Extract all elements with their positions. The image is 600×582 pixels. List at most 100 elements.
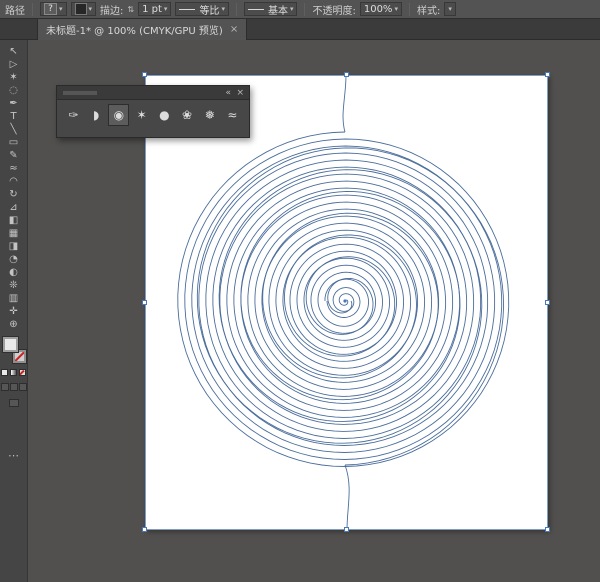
chevron-down-icon: ▾ (89, 6, 93, 13)
selection-handle[interactable] (545, 527, 550, 532)
close-icon[interactable]: × (230, 24, 238, 35)
fill-swatch[interactable] (3, 337, 18, 352)
stroke-width-dropdown[interactable]: 1 pt ▾ (138, 2, 171, 16)
line-segment-tool[interactable]: ╲ (3, 123, 25, 136)
opacity-dropdown[interactable]: 100% ▾ (360, 2, 402, 16)
brush-preview-icon (248, 9, 264, 10)
selection-tool[interactable]: ↖ (3, 45, 25, 58)
selection-handle[interactable] (545, 300, 550, 305)
selection-handle[interactable] (545, 72, 550, 77)
selection-center-point (343, 299, 346, 302)
illustrator-window: 路径 ? ▾ ▾ 描边: ⇅ 1 pt ▾ 等比 ▾ 基本 ▾ 不透明度: (0, 0, 600, 582)
lasso-tool[interactable]: ◌ (3, 84, 25, 97)
document-tab-title: 未标题-1* @ 100% (CMYK/GPU 预览) (46, 22, 223, 37)
gradient-tool[interactable]: ◨ (3, 240, 25, 253)
toolbar: ↖▷✶◌✒T╲▭✎≈◠↻⊿◧▦◨◔◐❊▥✛⊕ ⋯ (0, 40, 28, 582)
graph-tool[interactable]: ▥ (3, 292, 25, 305)
rectangle-tool[interactable]: ▭ (3, 136, 25, 149)
brush-definition-value: 基本 (268, 2, 288, 17)
panel-title (63, 91, 97, 95)
collapse-icon[interactable]: « (225, 87, 231, 99)
chevron-down-icon: ▾ (59, 6, 63, 13)
pucker-tool-icon[interactable]: ✶ (131, 104, 152, 126)
scale-tool[interactable]: ⊿ (3, 201, 25, 214)
eyedropper-tool[interactable]: ◔ (3, 253, 25, 266)
style-label: 样式: (417, 2, 440, 17)
gradient-button[interactable] (10, 369, 17, 376)
toolbar-tools: ↖▷✶◌✒T╲▭✎≈◠↻⊿◧▦◨◔◐❊▥✛⊕ (3, 45, 25, 331)
stroke-swatch-icon (75, 3, 87, 15)
color-button[interactable] (1, 369, 8, 376)
document-tab-bar: 未标题-1* @ 100% (CMYK/GPU 预览) × (0, 19, 600, 40)
chevron-down-icon: ▾ (290, 6, 294, 13)
draw-behind-button[interactable] (10, 383, 18, 391)
panel-body: ✑◗◉✶●❀❅≈ (57, 100, 249, 126)
type-tool[interactable]: T (3, 110, 25, 123)
twirl-tool-icon[interactable]: ◉ (108, 104, 129, 126)
draw-mode-buttons (1, 383, 27, 391)
pencil-tool[interactable]: ≈ (3, 162, 25, 175)
opacity-label: 不透明度: (312, 2, 355, 17)
width-profile-dropdown[interactable]: 等比 ▾ (175, 2, 229, 16)
chevron-down-icon: ▾ (448, 6, 452, 13)
selection-handle[interactable] (142, 72, 147, 77)
bloat-tool-icon[interactable]: ● (154, 104, 175, 126)
color-mode-buttons (1, 369, 26, 376)
hand-tool[interactable]: ✛ (3, 305, 25, 318)
none-slash-icon (14, 352, 24, 362)
direct-selection-tool[interactable]: ▷ (3, 58, 25, 71)
selection-handle[interactable] (142, 527, 147, 532)
separator (409, 3, 410, 16)
document-tab[interactable]: 未标题-1* @ 100% (CMYK/GPU 预览) × (37, 19, 247, 40)
separator (236, 3, 237, 16)
draw-normal-button[interactable] (1, 383, 9, 391)
chevron-down-icon: ▾ (394, 6, 398, 13)
close-icon[interactable]: × (236, 87, 244, 99)
none-slash-icon (19, 370, 25, 376)
separator (32, 3, 33, 16)
none-button[interactable] (19, 369, 26, 376)
zoom-tool[interactable]: ⊕ (3, 318, 25, 331)
panel-header[interactable]: « × (57, 86, 249, 100)
width-tool-icon[interactable]: ✑ (63, 104, 84, 126)
shape-builder-tool[interactable]: ◧ (3, 214, 25, 227)
style-dropdown[interactable]: ▾ (444, 2, 456, 16)
stroke-label: 描边: (100, 2, 123, 17)
width-tool[interactable]: ◠ (3, 175, 25, 188)
chevron-down-icon: ▾ (164, 6, 168, 13)
control-bar: 路径 ? ▾ ▾ 描边: ⇅ 1 pt ▾ 等比 ▾ 基本 ▾ 不透明度: (0, 0, 600, 19)
stroke-width-value: 1 pt (142, 4, 162, 15)
fill-color-dropdown[interactable]: ? ▾ (40, 2, 67, 16)
screen-mode-button[interactable] (9, 399, 19, 407)
width-profile-preview-icon (179, 9, 195, 10)
object-type-label: 路径 (5, 2, 25, 17)
mesh-tool[interactable]: ▦ (3, 227, 25, 240)
selection-handle[interactable] (142, 300, 147, 305)
width-profile-value: 等比 (199, 2, 219, 17)
wrinkle-tool-icon[interactable]: ≈ (222, 104, 243, 126)
rotate-tool[interactable]: ↻ (3, 188, 25, 201)
artboard[interactable] (145, 75, 548, 530)
symbol-sprayer-tool[interactable]: ❊ (3, 279, 25, 292)
selection-handle[interactable] (344, 527, 349, 532)
spiral-svg (145, 75, 548, 530)
stroke-width-stepper[interactable]: ⇅ (127, 5, 134, 14)
paintbrush-tool[interactable]: ✎ (3, 149, 25, 162)
pen-tool[interactable]: ✒ (3, 97, 25, 110)
draw-inside-button[interactable] (19, 383, 27, 391)
crystallize-tool-icon[interactable]: ❅ (199, 104, 220, 126)
separator (304, 3, 305, 16)
fill-stroke-indicator[interactable] (2, 337, 26, 363)
magic-wand-tool[interactable]: ✶ (3, 71, 25, 84)
warp-tool-icon[interactable]: ◗ (86, 104, 107, 126)
brush-definition-dropdown[interactable]: 基本 ▾ (244, 2, 298, 16)
stroke-color-dropdown[interactable]: ▾ (71, 2, 97, 16)
opacity-value: 100% (364, 4, 393, 15)
scallop-tool-icon[interactable]: ❀ (177, 104, 198, 126)
selection-handle[interactable] (344, 72, 349, 77)
floating-tool-panel[interactable]: « × ✑◗◉✶●❀❅≈ (56, 85, 250, 138)
fill-swatch-icon: ? (44, 3, 57, 15)
chevron-down-icon: ▾ (221, 6, 225, 13)
blend-tool[interactable]: ◐ (3, 266, 25, 279)
toolbar-more-button[interactable]: ⋯ (3, 449, 25, 462)
